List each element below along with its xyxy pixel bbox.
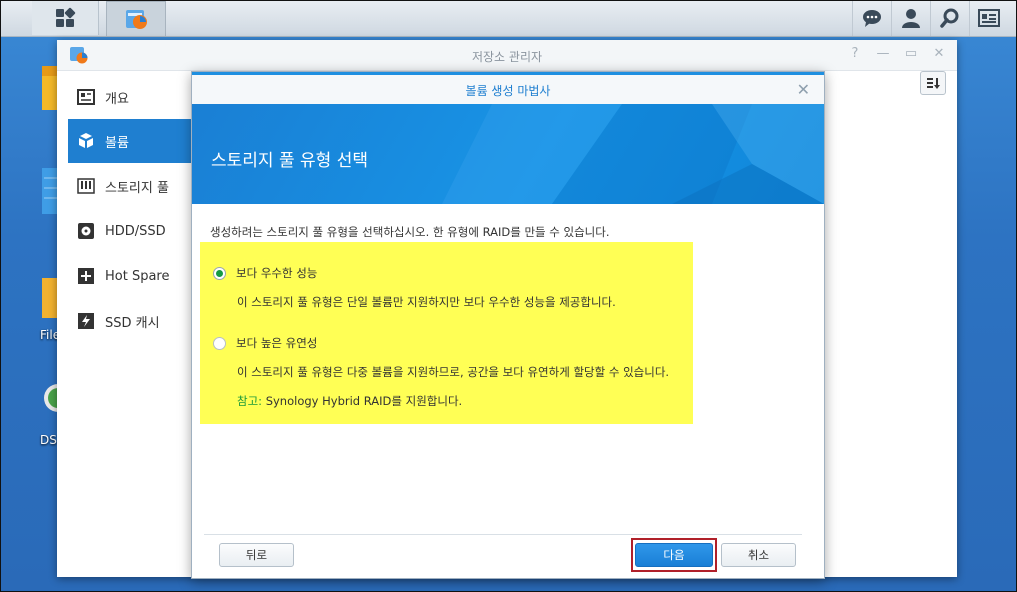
close-icon[interactable]: ✕ bbox=[931, 46, 947, 61]
option-description: 이 스토리지 풀 유형은 단일 볼륨만 지원하지만 보다 우수한 성능을 제공합… bbox=[237, 295, 616, 309]
sidebar-item-hot-spare[interactable]: Hot Spare bbox=[68, 254, 192, 298]
storage-manager-icon bbox=[126, 10, 147, 29]
chat-bubble-icon bbox=[863, 10, 881, 27]
user-icon bbox=[902, 9, 920, 28]
widget-panel-icon bbox=[978, 9, 1000, 27]
widgets-button[interactable] bbox=[969, 0, 1008, 36]
taskbar-storage-manager-button[interactable] bbox=[106, 1, 166, 37]
overview-icon bbox=[76, 87, 96, 107]
window-titlebar[interactable]: 저장소 관리자 ? — ▭ ✕ bbox=[57, 40, 957, 71]
back-button[interactable]: 뒤로 bbox=[219, 543, 294, 567]
maximize-icon[interactable]: ▭ bbox=[903, 46, 919, 61]
dialog-close-icon[interactable]: ✕ bbox=[797, 80, 810, 99]
sidebar-item-hdd-ssd[interactable]: HDD/SSD bbox=[68, 209, 192, 253]
wizard-banner: 스토리지 풀 유형 선택 bbox=[192, 104, 824, 204]
hdd-icon bbox=[76, 221, 96, 241]
sidebar-item-label: HDD/SSD bbox=[105, 223, 166, 239]
desktop-icon-label-ds: DS bbox=[40, 433, 57, 447]
note-label: 참고: bbox=[237, 394, 263, 408]
sidebar-item-label: Hot Spare bbox=[105, 268, 170, 284]
highlighted-options-area: 보다 우수한 성능 이 스토리지 풀 유형은 단일 볼륨만 지원하지만 보다 우… bbox=[200, 242, 693, 424]
notifications-button[interactable] bbox=[852, 0, 891, 36]
sidebar-item-overview[interactable]: 개요 bbox=[68, 75, 192, 119]
sidebar-item-storage-pool[interactable]: 스토리지 풀 bbox=[68, 164, 192, 208]
volume-icon bbox=[76, 131, 96, 151]
taskbar bbox=[0, 0, 1017, 37]
sidebar-item-label: 개요 bbox=[105, 91, 129, 107]
next-button[interactable]: 다음 bbox=[635, 543, 713, 567]
option-label: 보다 높은 유연성 bbox=[236, 336, 318, 350]
sidebar-item-ssd-cache[interactable]: SSD 캐시 bbox=[68, 299, 192, 343]
sort-button[interactable] bbox=[920, 71, 946, 95]
note-text: 참고: Synology Hybrid RAID를 지원합니다. bbox=[237, 393, 462, 409]
sidebar-item-label: 스토리지 풀 bbox=[105, 180, 169, 196]
cancel-button[interactable]: 취소 bbox=[721, 543, 796, 567]
volume-wizard-dialog: 볼륨 생성 마법사 ✕ 스토리지 풀 유형 선택 생성하려는 스토리지 풀 유형… bbox=[191, 71, 825, 579]
sort-icon bbox=[927, 78, 940, 89]
storage-pool-icon bbox=[76, 176, 96, 196]
hot-spare-icon bbox=[76, 266, 96, 286]
minimize-icon[interactable]: — bbox=[875, 46, 891, 61]
sidebar: 개요 볼륨 스토리지 풀 HDD/SSD Hot Spare SSD 캐시 bbox=[57, 71, 192, 577]
note-body: Synology Hybrid RAID를 지원합니다. bbox=[262, 394, 463, 408]
sidebar-item-volume[interactable]: 볼륨 bbox=[68, 119, 192, 163]
sidebar-item-label: SSD 캐시 bbox=[105, 315, 160, 331]
ssd-cache-icon bbox=[76, 311, 96, 331]
help-icon[interactable]: ? bbox=[847, 46, 863, 61]
radio-flexibility[interactable] bbox=[213, 336, 226, 350]
user-button[interactable] bbox=[891, 0, 930, 36]
search-button[interactable] bbox=[930, 0, 969, 36]
grid-icon bbox=[56, 7, 76, 27]
main-menu-button[interactable] bbox=[32, 1, 99, 35]
footer-divider bbox=[204, 534, 802, 535]
sidebar-item-label: 볼륨 bbox=[105, 135, 129, 151]
option-performance[interactable]: 보다 우수한 성능 bbox=[213, 265, 317, 281]
wizard-step-heading: 스토리지 풀 유형 선택 bbox=[211, 151, 368, 171]
dialog-title: 볼륨 생성 마법사 bbox=[465, 84, 551, 98]
option-flexibility[interactable]: 보다 높은 유연성 bbox=[213, 335, 317, 351]
dsm-help-icon[interactable] bbox=[44, 374, 72, 425]
search-icon bbox=[940, 8, 959, 28]
radio-performance[interactable] bbox=[213, 266, 226, 280]
option-label: 보다 우수한 성능 bbox=[236, 266, 318, 280]
dialog-titlebar[interactable]: 볼륨 생성 마법사 ✕ bbox=[192, 72, 824, 104]
instruction-text: 생성하려는 스토리지 풀 유형을 선택하십시오. 한 유형에 RAID를 만들 … bbox=[210, 225, 610, 239]
window-title: 저장소 관리자 bbox=[471, 50, 543, 64]
option-description: 이 스토리지 풀 유형은 다중 볼륨을 지원하므로, 공간을 보다 유연하게 할… bbox=[237, 365, 670, 379]
